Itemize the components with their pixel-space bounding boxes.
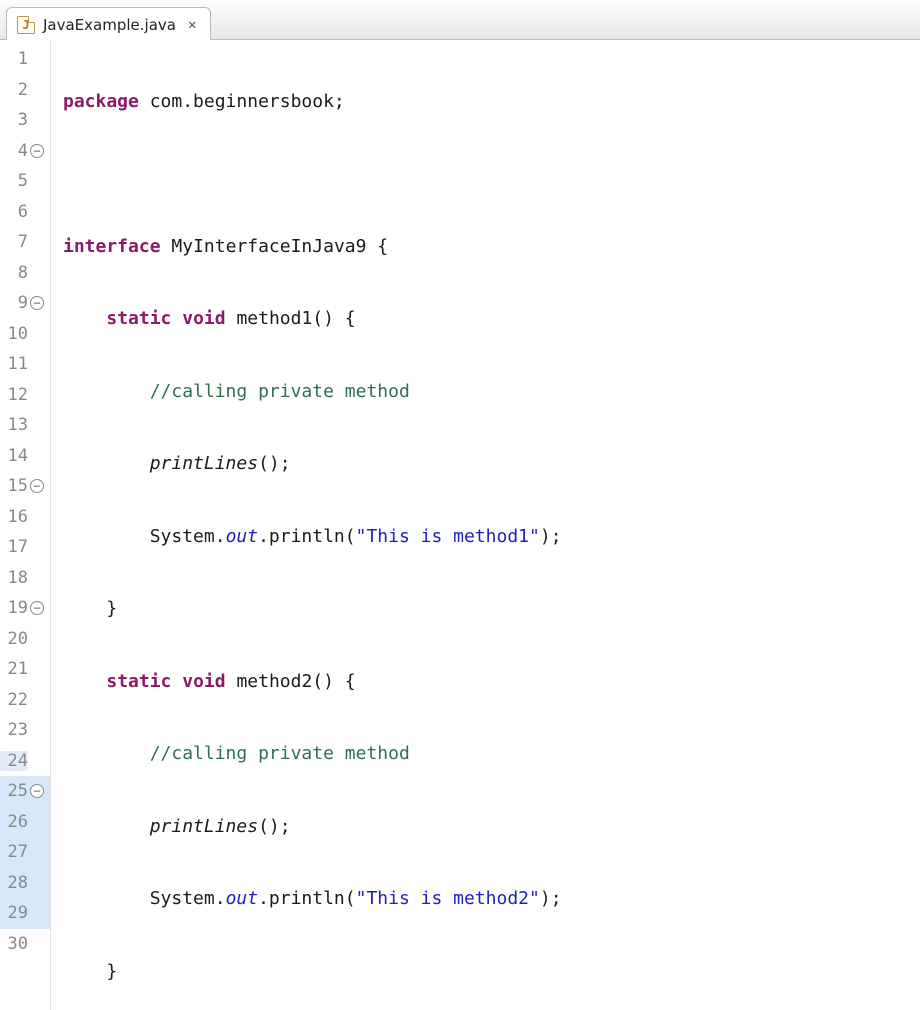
line-number: 17 <box>0 537 28 557</box>
gutter-row: 19− <box>0 593 50 624</box>
line-number: 4 <box>0 141 28 161</box>
code-line: } <box>63 956 713 987</box>
gutter-row: 9− <box>0 288 50 319</box>
line-number: 7 <box>0 232 28 252</box>
line-number: 18 <box>0 568 28 588</box>
tab-java-example[interactable]: J JavaExample.java ✕ <box>6 7 211 40</box>
line-number: 8 <box>0 263 28 283</box>
gutter-row: 7 <box>0 227 50 258</box>
gutter-row: 3 <box>0 105 50 136</box>
fold-collapse-icon[interactable]: − <box>30 144 44 158</box>
code-area[interactable]: 1234−56789−101112131415−16171819−2021222… <box>0 40 920 1010</box>
line-number: 13 <box>0 415 28 435</box>
line-number: 20 <box>0 629 28 649</box>
gutter-row: 15− <box>0 471 50 502</box>
gutter-row: 26 <box>0 807 50 838</box>
gutter-row: 18 <box>0 563 50 594</box>
code-line: package com.beginnersbook; <box>63 86 713 117</box>
code-line <box>63 159 713 190</box>
gutter-row: 16 <box>0 502 50 533</box>
gutter-row: 30 <box>0 929 50 960</box>
fold-collapse-icon[interactable]: − <box>30 296 44 310</box>
gutter-row: 11 <box>0 349 50 380</box>
gutter-row: 4− <box>0 136 50 167</box>
gutter-row: 1 <box>0 44 50 75</box>
gutter-row: 23 <box>0 715 50 746</box>
line-number: 26 <box>0 812 28 832</box>
gutter-row: 13 <box>0 410 50 441</box>
gutter-row: 24 <box>0 746 50 777</box>
code-body[interactable]: package com.beginnersbook; interface MyI… <box>51 40 713 1010</box>
gutter-row: 2 <box>0 75 50 106</box>
gutter-row: 17 <box>0 532 50 563</box>
line-number: 30 <box>0 934 28 954</box>
gutter-row: 20 <box>0 624 50 655</box>
line-number: 12 <box>0 385 28 405</box>
code-line: //calling private method <box>63 739 713 770</box>
gutter-row: 14 <box>0 441 50 472</box>
gutter-row: 10 <box>0 319 50 350</box>
line-number: 23 <box>0 720 28 740</box>
line-number: 27 <box>0 842 28 862</box>
code-line: printLines(); <box>63 449 713 480</box>
code-line: interface MyInterfaceInJava9 { <box>63 231 713 262</box>
gutter-row: 28 <box>0 868 50 899</box>
line-number: 14 <box>0 446 28 466</box>
line-number: 9 <box>0 293 28 313</box>
line-number: 28 <box>0 873 28 893</box>
line-number: 15 <box>0 476 28 496</box>
line-number: 22 <box>0 690 28 710</box>
line-number: 25 <box>0 781 28 801</box>
code-line: static void method2() { <box>63 666 713 697</box>
fold-collapse-icon[interactable]: − <box>30 601 44 615</box>
line-number: 16 <box>0 507 28 527</box>
line-number: 24 <box>0 751 28 771</box>
line-number: 2 <box>0 80 28 100</box>
editor-panel: J JavaExample.java ✕ 1234−56789−10111213… <box>0 0 920 1010</box>
tab-label: JavaExample.java <box>43 16 176 34</box>
fold-collapse-icon[interactable]: − <box>30 784 44 798</box>
line-number: 3 <box>0 110 28 130</box>
gutter-row: 6 <box>0 197 50 228</box>
gutter-row: 21 <box>0 654 50 685</box>
line-number: 5 <box>0 171 28 191</box>
gutter-row: 12 <box>0 380 50 411</box>
gutter-row: 5 <box>0 166 50 197</box>
line-number: 29 <box>0 903 28 923</box>
line-number: 1 <box>0 49 28 69</box>
code-line: System.out.println("This is method1"); <box>63 521 713 552</box>
line-number: 10 <box>0 324 28 344</box>
gutter-row: 25− <box>0 776 50 807</box>
gutter: 1234−56789−101112131415−16171819−2021222… <box>0 40 51 1010</box>
code-line: System.out.println("This is method2"); <box>63 884 713 915</box>
code-line: //calling private method <box>63 376 713 407</box>
close-icon[interactable]: ✕ <box>188 17 196 33</box>
java-file-icon: J <box>17 16 35 34</box>
line-number: 11 <box>0 354 28 374</box>
line-number: 21 <box>0 659 28 679</box>
gutter-row: 8 <box>0 258 50 289</box>
line-number: 6 <box>0 202 28 222</box>
gutter-row: 27 <box>0 837 50 868</box>
tab-bar: J JavaExample.java ✕ <box>0 0 920 40</box>
gutter-row: 22 <box>0 685 50 716</box>
code-line: printLines(); <box>63 811 713 842</box>
code-line: static void method1() { <box>63 304 713 335</box>
gutter-row: 29 <box>0 898 50 929</box>
code-line: } <box>63 594 713 625</box>
line-number: 19 <box>0 598 28 618</box>
fold-collapse-icon[interactable]: − <box>30 479 44 493</box>
